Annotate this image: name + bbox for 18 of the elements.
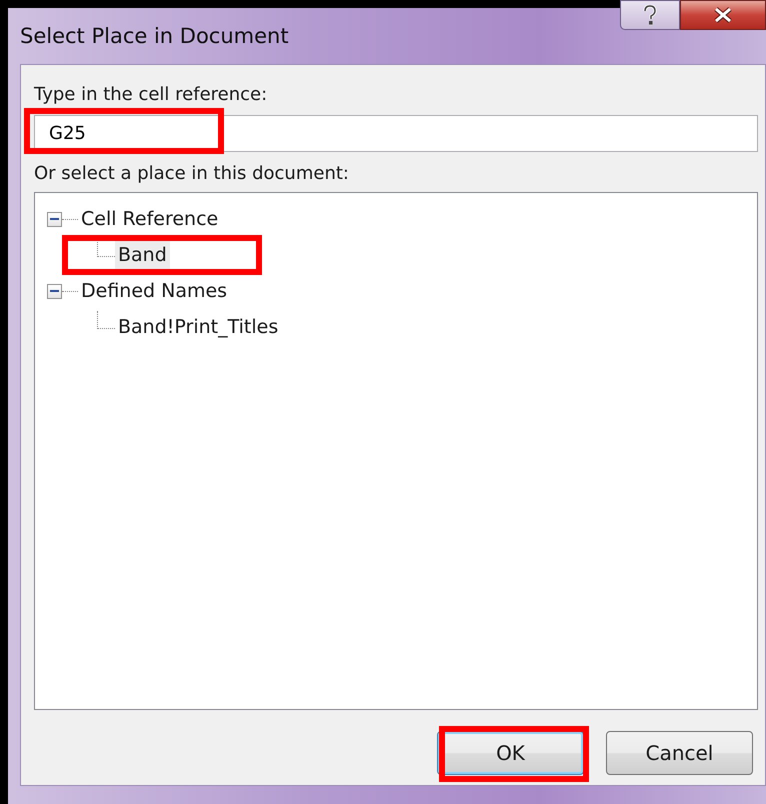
window-title: Select Place in Document xyxy=(20,23,289,50)
close-button[interactable] xyxy=(680,0,766,30)
tree-item[interactable]: Band xyxy=(115,240,170,270)
tree-item[interactable]: Cell Reference xyxy=(78,204,222,234)
collapse-toggle[interactable] xyxy=(47,212,62,226)
help-button[interactable] xyxy=(620,0,680,30)
minus-icon xyxy=(50,290,59,292)
reference-field[interactable]: G25 xyxy=(34,115,758,152)
tree-item[interactable]: Band!Print_Titles xyxy=(115,312,282,342)
close-icon xyxy=(713,7,733,23)
collapse-toggle[interactable] xyxy=(47,284,62,298)
help-icon xyxy=(643,5,657,25)
dialog-button[interactable]: OK xyxy=(437,731,584,775)
field-label: Type in the cell reference: xyxy=(34,83,268,107)
tree-label: Or select a place in this document: xyxy=(34,162,350,186)
minus-icon xyxy=(50,218,59,220)
tree-item[interactable]: Defined Names xyxy=(78,276,230,306)
dialog-button[interactable]: Cancel xyxy=(606,731,753,775)
